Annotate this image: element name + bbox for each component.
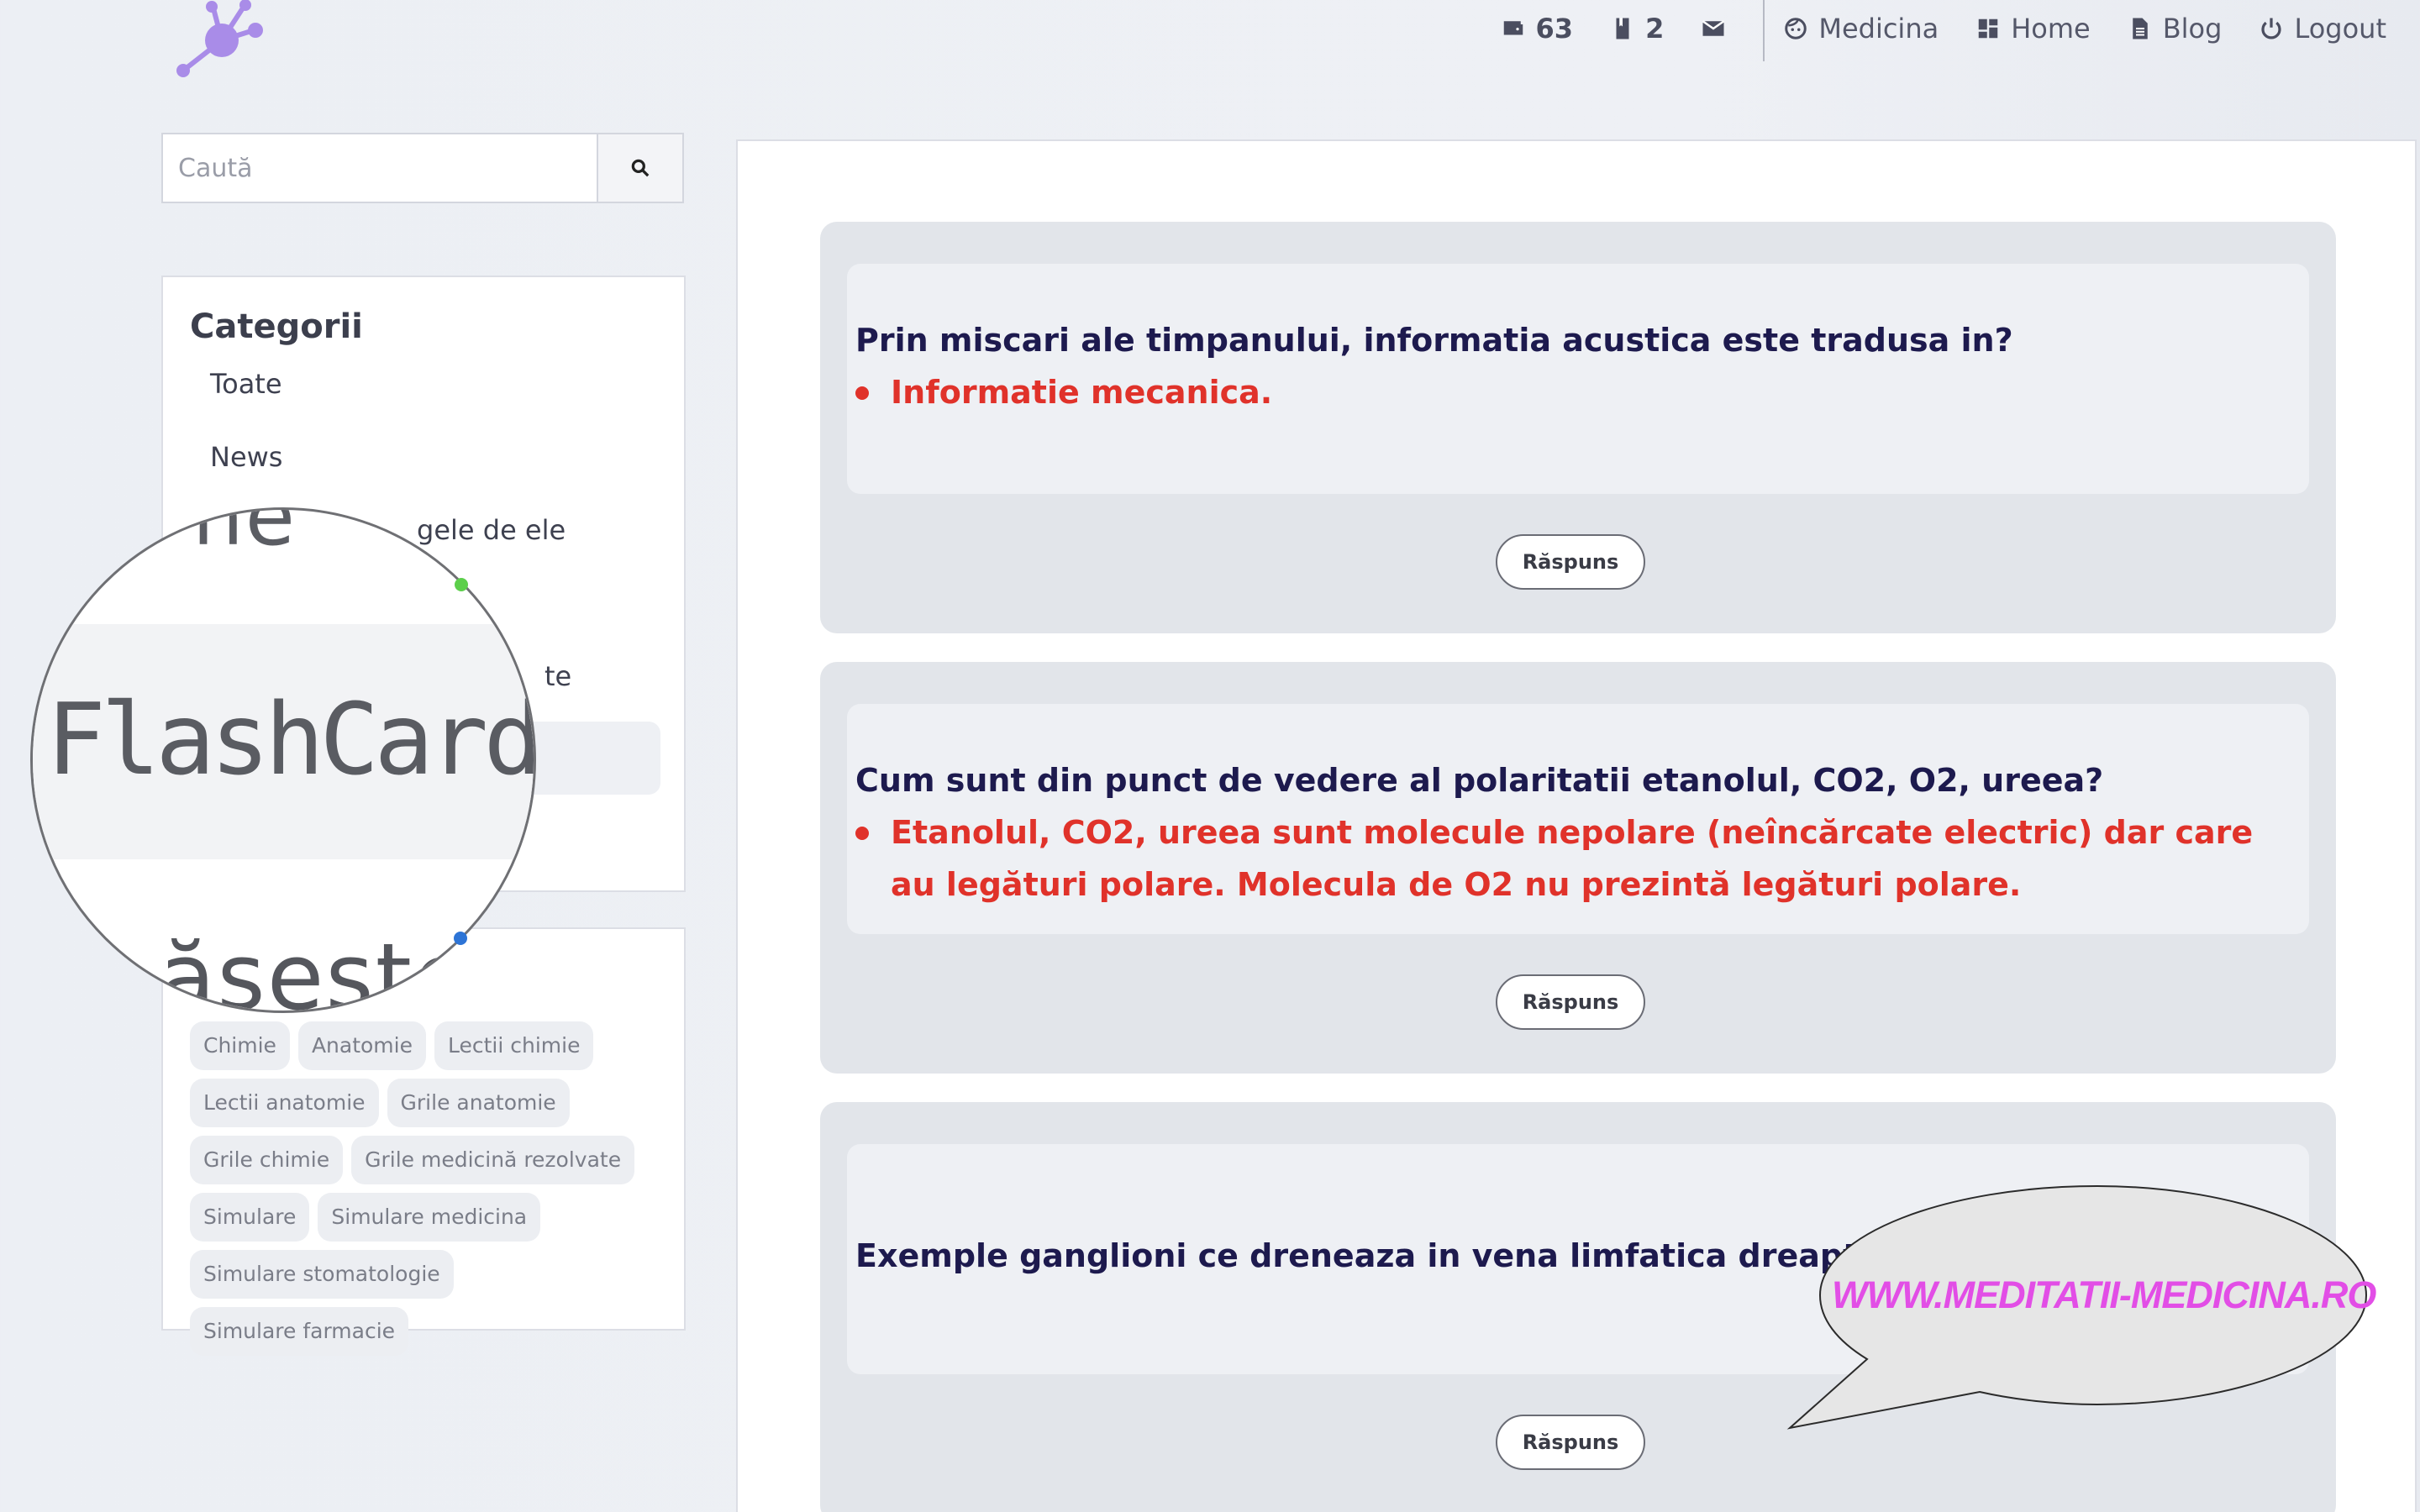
dashboard-icon: [1978, 18, 1998, 39]
book-count: 2: [1645, 13, 1665, 45]
tag-simulare[interactable]: Simulare: [190, 1193, 310, 1242]
tag-anatomie[interactable]: Anatomie: [297, 1021, 426, 1070]
category-item-news[interactable]: News: [190, 429, 657, 502]
flashcard-body: Cum sunt din punct de vedere al polarita…: [847, 704, 2309, 934]
tag-lectii-anatomie[interactable]: Lectii anatomie: [190, 1079, 379, 1127]
tag-chimie[interactable]: Chimie: [190, 1021, 290, 1070]
logout-label: Logout: [2294, 13, 2386, 45]
answer-button[interactable]: Răspuns: [1496, 1415, 1645, 1470]
wallet-icon: [1503, 21, 1523, 35]
face-icon: [1785, 18, 1807, 39]
tag-list: Chimie Anatomie Lectii chimie Lectii ana…: [190, 1021, 660, 1356]
wallet-counter[interactable]: 63: [1501, 13, 1574, 45]
flashcard-answer: Etanolul, CO2, ureea sunt molecule nepol…: [855, 806, 2301, 911]
home-label: Home: [2011, 13, 2091, 45]
top-navigation: 63 2 Medicina Home Blog Logout: [1464, 0, 2386, 61]
blog-label: Blog: [2162, 13, 2223, 45]
flashcard-question: Cum sunt din punct de vedere al polarita…: [855, 762, 2104, 799]
logout-link[interactable]: Logout: [2259, 13, 2386, 45]
home-link[interactable]: Home: [1975, 13, 2091, 45]
answer-button[interactable]: Răspuns: [1496, 974, 1645, 1030]
category-item-all[interactable]: Toate: [190, 356, 657, 429]
flashcard: Prin miscari ale timpanului, informatia …: [820, 222, 2336, 633]
tag-grile-medicina-rezolvate[interactable]: Grile medicină rezolvate: [351, 1136, 635, 1184]
answer-button[interactable]: Răspuns: [1496, 534, 1645, 590]
tag-lectii-chimie[interactable]: Lectii chimie: [434, 1021, 594, 1070]
magnified-text-bottom: ăseste c: [159, 923, 472, 1013]
envelope-icon: [1702, 20, 1725, 36]
wallet-count: 63: [1535, 13, 1574, 45]
flashcard-answer: Informatie mecanica.: [855, 366, 2301, 418]
tag-simulare-stomatologie[interactable]: Simulare stomatologie: [190, 1250, 454, 1299]
flashcard-answers: Informatie mecanica.: [855, 366, 2301, 418]
magnified-flashcards-text: FlashCards: [46, 681, 536, 797]
tag-grile-anatomie[interactable]: Grile anatomie: [387, 1079, 570, 1127]
categories-title: Categorii: [190, 307, 363, 346]
document-icon: [2132, 18, 2148, 39]
flashcard-question: Prin miscari ale timpanului, informatia …: [855, 322, 2013, 359]
profile-label: Medicina: [1818, 13, 1939, 45]
book-counter[interactable]: 2: [1610, 13, 1664, 45]
tag-simulare-farmacie[interactable]: Simulare farmacie: [190, 1307, 409, 1356]
flashcard-answers: Etanolul, CO2, ureea sunt molecule nepol…: [855, 806, 2301, 911]
molecule-logo-icon[interactable]: [168, 0, 269, 77]
flashcard: Cum sunt din punct de vedere al polarita…: [820, 662, 2336, 1074]
tag-grile-chimie[interactable]: Grile chimie: [190, 1136, 344, 1184]
search-input[interactable]: [163, 134, 597, 202]
messages-link[interactable]: [1701, 16, 1726, 41]
power-icon: [2261, 18, 2281, 39]
search-icon: [631, 159, 650, 177]
profile-link[interactable]: Medicina: [1783, 13, 1939, 45]
search-button[interactable]: [597, 134, 682, 202]
magnifier-handle-bottom[interactable]: [454, 932, 467, 945]
flashcard-body: Prin miscari ale timpanului, informatia …: [847, 264, 2309, 494]
blog-link[interactable]: Blog: [2128, 13, 2223, 45]
magnified-text-top: he: [192, 507, 297, 564]
watermark-text: WWW.MEDITATII-MEDICINA.RO: [1832, 1273, 2376, 1316]
search-box: [161, 133, 684, 203]
book-icon: [1616, 18, 1629, 39]
nav-divider: [1763, 0, 1765, 61]
magnifier-handle-top[interactable]: [455, 578, 468, 591]
tag-simulare-medicina[interactable]: Simulare medicina: [318, 1193, 541, 1242]
